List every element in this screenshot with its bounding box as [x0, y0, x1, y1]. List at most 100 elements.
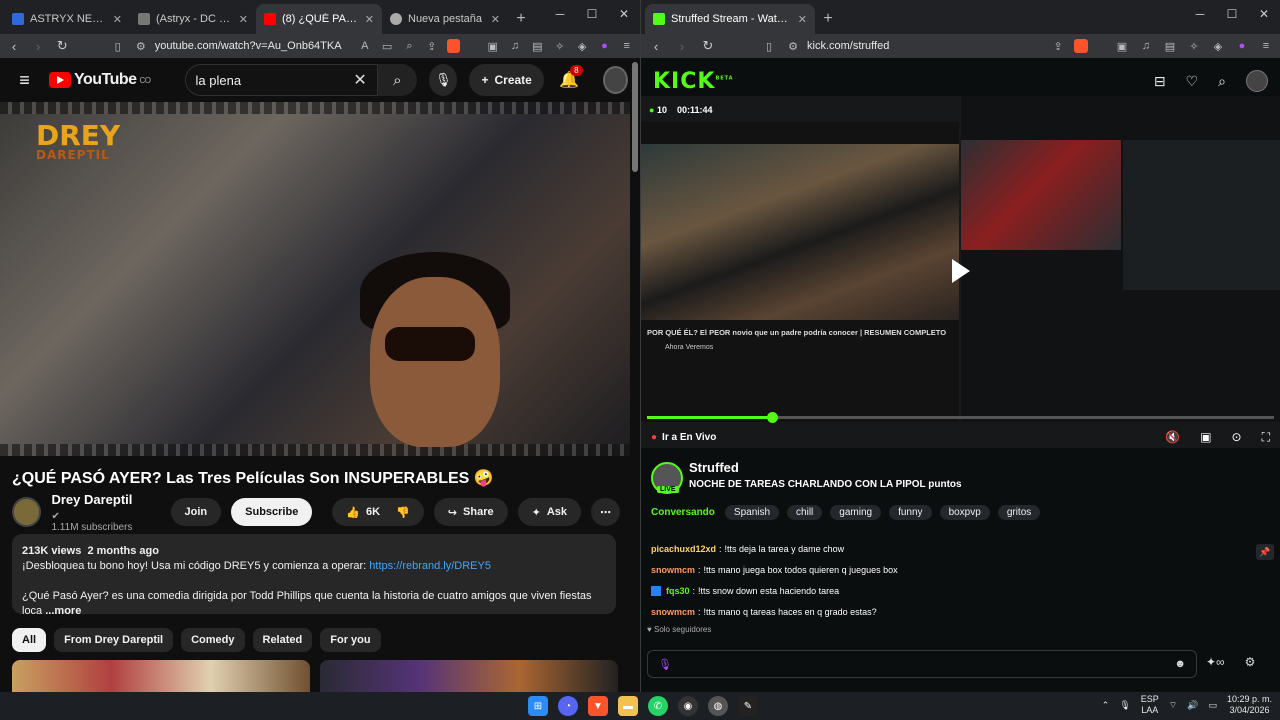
leo-icon[interactable]: ● [1234, 40, 1250, 52]
gift-icon[interactable]: ⊟ [1154, 73, 1166, 90]
stream-player[interactable]: ● 10 00:11:44 ▤ ⇪ ⚙ POR QUÉ ÉL? El PEOR … [641, 96, 1280, 448]
clear-search-icon[interactable]: ✕ [353, 70, 366, 90]
stream-progress-bar[interactable] [647, 412, 1274, 423]
back-icon[interactable]: ‹ [647, 39, 665, 54]
recommended-thumbnail[interactable] [320, 660, 618, 692]
cast-icon[interactable]: ▭ [380, 40, 394, 53]
streamer-name[interactable]: Struffed [689, 460, 739, 475]
tag-chill[interactable]: chill [787, 505, 823, 520]
dislike-icon[interactable]: 👎 [396, 506, 410, 519]
whatsapp-icon[interactable]: ✆ [648, 696, 668, 716]
wallet-icon[interactable]: ▤ [530, 40, 544, 53]
forward-icon[interactable]: › [673, 39, 691, 54]
search-icon[interactable]: ⌕ [1218, 73, 1226, 90]
brave-shields-icon[interactable] [1074, 39, 1088, 53]
menu-icon[interactable]: ≡ [1258, 40, 1274, 52]
hamburger-menu-icon[interactable]: ≡ [12, 70, 37, 91]
media-icon[interactable]: ♫ [508, 40, 522, 52]
minimize-icon[interactable]: ─ [544, 0, 576, 28]
chip-for-you[interactable]: For you [320, 628, 381, 652]
search-button[interactable]: ⌕ [377, 64, 417, 96]
maximize-icon[interactable]: ☐ [576, 0, 608, 28]
chat-username[interactable]: snowmcm [651, 565, 695, 575]
description-box[interactable]: 213K views 2 months ago ¡Desbloquea tu b… [12, 534, 616, 617]
channel-avatar[interactable] [12, 497, 42, 527]
minimize-icon[interactable]: ─ [1184, 0, 1216, 28]
forward-icon[interactable]: › [30, 39, 46, 54]
tag-gritos[interactable]: gritos [997, 505, 1041, 520]
chip-all[interactable]: All [12, 628, 47, 652]
media-icon[interactable]: ♫ [1138, 40, 1154, 52]
battery-icon[interactable]: ▭ [1208, 700, 1217, 711]
account-avatar[interactable] [602, 66, 629, 94]
reload-icon[interactable]: ↻ [54, 38, 70, 54]
wifi-icon[interactable]: ⌔ [1169, 700, 1177, 711]
obs-icon[interactable]: ◉ [678, 696, 698, 716]
close-icon[interactable]: ✕ [491, 13, 500, 26]
tab-kick-stream[interactable]: Struffed Stream - Watch Live on ✕ [645, 4, 815, 34]
tag-funny[interactable]: funny [889, 505, 932, 520]
play-icon[interactable] [952, 259, 970, 283]
ask-button[interactable]: ✦ Ask [517, 498, 581, 526]
more-link[interactable]: ...more [45, 605, 81, 617]
emoji-icon[interactable]: ☻ [1174, 658, 1186, 670]
microphone-icon[interactable]: 🎙 [1119, 700, 1130, 711]
vpn-icon[interactable]: ◈ [575, 40, 589, 53]
close-icon[interactable]: ✕ [239, 13, 248, 26]
microphone-icon[interactable]: 🎙 [658, 658, 672, 671]
recommended-thumbnail[interactable] [12, 660, 310, 692]
clock[interactable]: 10:29 p. m. 3/04/2026 [1227, 694, 1272, 716]
close-icon[interactable]: ✕ [798, 13, 807, 26]
tag-boxpvp[interactable]: boxpvp [939, 505, 990, 520]
bookmark-icon[interactable]: ▯ [110, 40, 124, 53]
url-field[interactable]: ⚙ kick.com/struffed [785, 40, 889, 53]
description-link[interactable]: https://rebrand.ly/DREY5 [369, 560, 491, 572]
bookmark-icon[interactable]: ▯ [761, 40, 777, 53]
tab-youtube-video[interactable]: (8) ¿QUÉ PASÓ AY ✕ [256, 4, 382, 34]
extensions-icon[interactable]: ✧ [553, 40, 567, 53]
fullscreen-icon[interactable]: ⛶ [1262, 430, 1270, 445]
leo-icon[interactable]: ● [597, 40, 611, 52]
chat-input[interactable]: 🎙 ☻ [647, 650, 1197, 678]
account-avatar[interactable] [1246, 70, 1268, 92]
search-input[interactable]: la plena ✕ [184, 64, 378, 96]
language-indicator[interactable]: ESP LAA [1141, 694, 1159, 716]
volume-icon[interactable]: 🔊 [1187, 700, 1198, 711]
mute-icon[interactable]: 🔇 [1165, 430, 1180, 445]
new-tab-button[interactable]: + [508, 4, 534, 34]
maximize-icon[interactable]: ☐ [1216, 0, 1248, 28]
new-tab-button[interactable]: + [815, 4, 841, 34]
close-icon[interactable]: ✕ [365, 13, 374, 26]
windows-start-icon[interactable]: ⊞ [528, 696, 548, 716]
zoom-icon[interactable]: ⌕ [402, 40, 416, 53]
reload-icon[interactable]: ↻ [699, 38, 717, 54]
wallet-icon[interactable]: ▤ [1162, 40, 1178, 53]
chat-username[interactable]: snowmcm [651, 607, 695, 617]
chrome-icon[interactable]: ◍ [708, 696, 728, 716]
more-actions-button[interactable]: ⋯ [591, 498, 620, 526]
stream-category[interactable]: Conversando [651, 507, 715, 518]
brave-icon[interactable]: ▼ [588, 696, 608, 716]
notifications-button[interactable]: 🔔 8 [556, 65, 583, 90]
go-live-button[interactable]: Ir a En Vivo [662, 432, 716, 443]
voice-search-button[interactable]: 🎙 [428, 64, 458, 96]
tab-astryx-console[interactable]: (Astryx - DC BOT) Consol ✕ [130, 4, 256, 34]
like-button[interactable]: 👍 6K 👎 [332, 498, 424, 526]
brave-shields-icon[interactable] [446, 39, 460, 53]
close-window-icon[interactable]: ✕ [608, 0, 640, 28]
back-icon[interactable]: ‹ [6, 39, 22, 54]
subscribe-button[interactable]: Subscribe [231, 498, 313, 526]
chat-extras-icon[interactable]: ✦∞ [1206, 655, 1225, 669]
site-info-icon[interactable]: ⚙ [785, 40, 801, 53]
share-icon[interactable]: ⇪ [1050, 40, 1066, 53]
share-icon[interactable]: ⇪ [425, 40, 439, 53]
chat-username[interactable]: picachuxd12xd [651, 544, 716, 554]
chip-related[interactable]: Related [252, 628, 313, 652]
channel-name[interactable]: Drey Dareptil ✔ [51, 492, 142, 522]
join-button[interactable]: Join [170, 498, 222, 526]
chat-settings-icon[interactable]: ⚙ [1245, 655, 1256, 669]
theater-mode-icon[interactable]: ▣ [1200, 430, 1211, 445]
url-field[interactable]: ⚙ youtube.com/watch?v=Au_Onb64TKA [133, 40, 342, 53]
youtube-logo[interactable]: YouTube CO [48, 71, 151, 89]
discord-icon[interactable]: ◔ [558, 696, 578, 716]
